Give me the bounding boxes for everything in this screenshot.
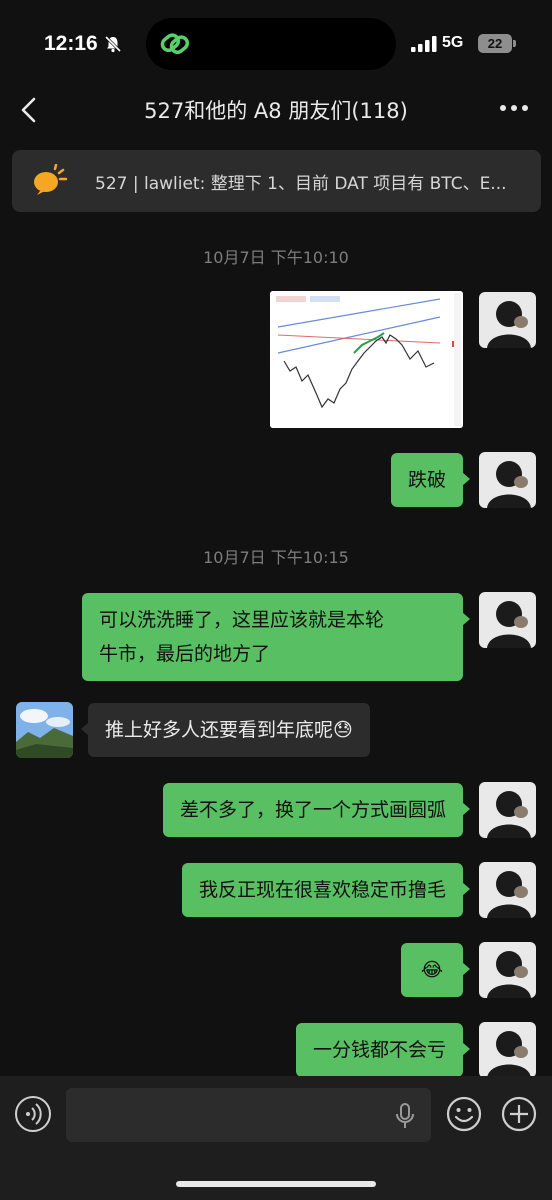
emoji-icon[interactable]	[446, 1096, 482, 1132]
self-avatar[interactable]	[479, 862, 536, 918]
message-line: 可以洗洗睡了，这里应该就是本轮	[99, 609, 385, 631]
chart-thumbnail-icon	[270, 291, 463, 428]
plus-icon[interactable]	[501, 1096, 537, 1132]
message-bubble-self[interactable]: 我反正现在很喜欢稳定币撸毛	[181, 863, 471, 917]
voice-mode-button[interactable]	[15, 1096, 51, 1132]
self-avatar[interactable]	[479, 452, 536, 508]
voice-icon	[26, 1103, 42, 1125]
chat-header: 527和他的 A8 朋友们(118)	[0, 88, 552, 140]
message-bubble-other[interactable]: 推上好多人还要看到年底呢😓	[81, 703, 370, 757]
network-type: 5G	[442, 34, 464, 51]
self-avatar[interactable]	[479, 782, 536, 838]
message-bubble-self[interactable]: 一分钱都不会亏	[295, 1023, 471, 1077]
message-bubble-self[interactable]: 跌破	[390, 453, 471, 507]
pinned-text: 527 | lawliet: 整理下 1、目前 DAT 项目有 BTC、E...	[95, 174, 507, 194]
message-bubble-self[interactable]: 差不多了，换了一个方式画圆弧	[162, 783, 471, 837]
self-avatar[interactable]	[479, 942, 536, 998]
other-avatar[interactable]	[16, 702, 73, 758]
chart-image-message[interactable]	[270, 291, 463, 428]
message-line: 牛市，最后的地方了	[99, 643, 271, 665]
message-input[interactable]	[66, 1088, 431, 1142]
avatar-image-icon	[479, 862, 536, 918]
avatar-image-icon	[479, 452, 536, 508]
timestamp: 10月7日 下午10:10	[203, 248, 349, 267]
avatar-image-icon	[479, 782, 536, 838]
signal-icon	[411, 36, 437, 52]
avatar-image-icon	[479, 1022, 536, 1078]
avatar-image-icon	[479, 292, 536, 348]
status-time: 12:16	[44, 32, 98, 55]
self-avatar[interactable]	[479, 292, 536, 348]
battery-tip	[513, 40, 516, 47]
avatar-image-icon	[479, 942, 536, 998]
speaker-icon	[34, 164, 68, 195]
message-bubble-self[interactable]: 可以洗洗睡了，这里应该就是本轮 牛市，最后的地方了	[82, 593, 470, 681]
self-avatar[interactable]	[479, 592, 536, 648]
chat-title: 527和他的 A8 朋友们(118)	[144, 99, 408, 123]
landscape-avatar-icon	[16, 702, 73, 758]
message-bubble-self[interactable]: 😂	[401, 943, 470, 997]
avatar-image-icon	[479, 592, 536, 648]
pinned-message[interactable]: 527 | lawliet: 整理下 1、目前 DAT 项目有 BTC、E...	[12, 150, 541, 212]
bell-muted-icon	[104, 35, 122, 53]
self-avatar[interactable]	[479, 1022, 536, 1078]
link-app-icon	[160, 33, 190, 55]
home-indicator[interactable]	[176, 1181, 376, 1187]
timestamp: 10月7日 下午10:15	[203, 548, 349, 567]
status-bar: 12:16 5G 22	[0, 0, 552, 88]
battery-icon: 22	[478, 34, 512, 53]
mic-icon[interactable]	[394, 1102, 416, 1130]
more-icon[interactable]	[498, 96, 530, 120]
dynamic-island	[146, 18, 396, 70]
